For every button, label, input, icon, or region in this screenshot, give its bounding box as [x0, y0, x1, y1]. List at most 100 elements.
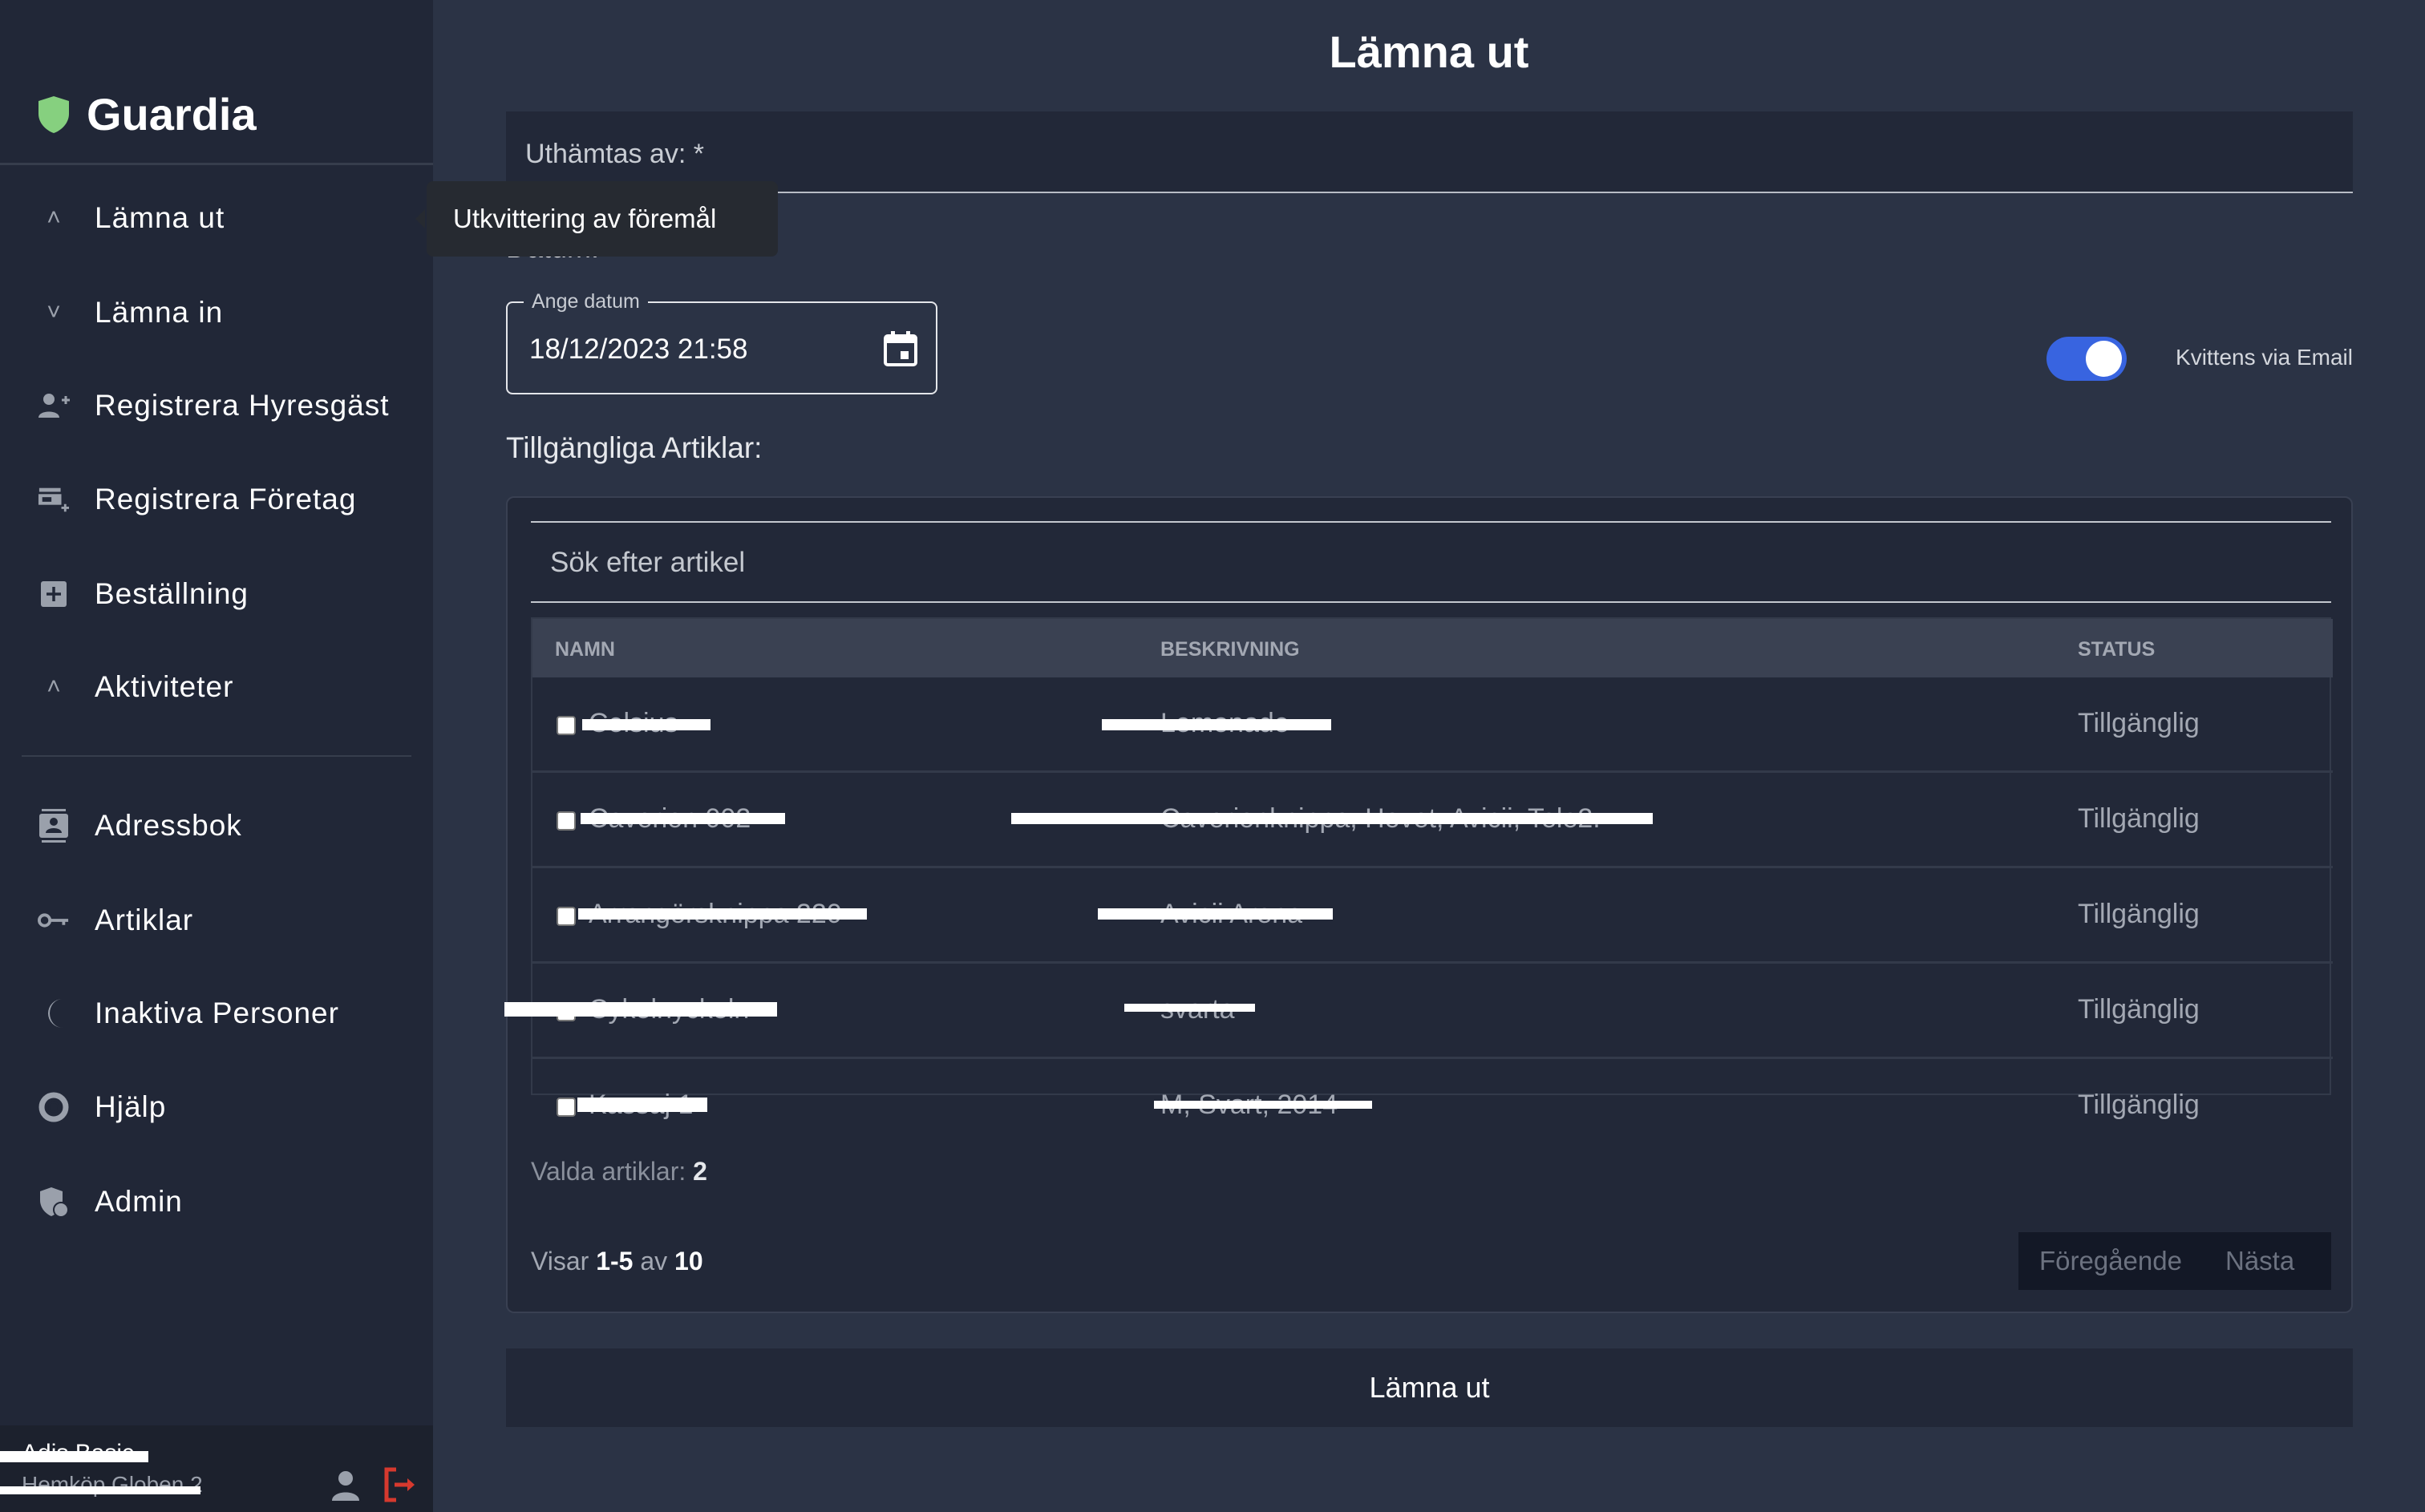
- sidebar-item-adressbok[interactable]: Adressbok: [0, 786, 433, 866]
- articles-heading: Tillgängliga Artiklar:: [506, 431, 763, 464]
- picked-up-by-input[interactable]: Uthämtas av: *: [506, 111, 2353, 193]
- table-row[interactable]: Kassaj 1 M, Svart, 2014 Tillgänglig: [532, 1059, 2333, 1154]
- chevron-up-icon: ˄: [47, 673, 61, 700]
- redaction-bar: [578, 908, 867, 920]
- calendar-icon[interactable]: [883, 330, 918, 371]
- search-placeholder: Sök efter artikel: [550, 547, 746, 578]
- email-receipt-toggle[interactable]: [2046, 337, 2127, 381]
- sidebar-item-lamna-ut[interactable]: ˄ Lämna ut: [0, 178, 433, 258]
- showing-range: 1-5: [596, 1247, 634, 1275]
- sidebar-item-hjalp[interactable]: Hjälp: [0, 1067, 433, 1147]
- pagination-info: Visar 1-5 av 10: [531, 1247, 703, 1276]
- article-status: Tillgänglig: [2078, 994, 2200, 1025]
- sidebar-item-bestallning[interactable]: Beställning: [0, 554, 433, 634]
- row-checkbox[interactable]: [557, 1098, 576, 1117]
- showing-of: av: [640, 1247, 668, 1275]
- submit-label: Lämna ut: [1369, 1371, 1490, 1404]
- redaction-bar: [581, 813, 785, 824]
- sidebar-item-label: Beställning: [95, 577, 249, 610]
- redaction-bar: [1102, 719, 1331, 730]
- shield-logo-icon: [38, 95, 69, 133]
- admin-shield-icon: [38, 1186, 70, 1218]
- sidebar-item-label: Lämna in: [95, 296, 224, 329]
- redaction-bar: [1154, 1101, 1372, 1109]
- article-status: Tillgänglig: [2078, 1090, 2200, 1120]
- table-row[interactable]: Cykelnyckeln svarta Tillgänglig: [504, 964, 2333, 1059]
- sidebar-item-label: Hjälp: [95, 1090, 167, 1123]
- person-add-icon: [38, 390, 70, 422]
- page-title: Lämna ut: [1329, 26, 1529, 77]
- row-checkbox[interactable]: [557, 907, 576, 926]
- date-label: Ange datum: [524, 290, 648, 313]
- selected-value: 2: [693, 1157, 707, 1186]
- sidebar-item-aktiviteter[interactable]: ˄ Aktiviteter: [0, 647, 433, 727]
- sidebar-item-label: Inaktiva Personer: [95, 997, 339, 1029]
- sidebar-item-label: Registrera Hyresgäst: [95, 389, 390, 422]
- sidebar-item-label: Artiklar: [95, 904, 194, 936]
- article-status: Tillgänglig: [2078, 899, 2200, 929]
- user-footer: Adis Basic Hemköp Globen 2: [0, 1425, 433, 1512]
- sidebar-item-artiklar[interactable]: Artiklar: [0, 880, 433, 960]
- logout-icon[interactable]: [383, 1467, 415, 1506]
- tooltip: Utkvittering av föremål: [415, 181, 778, 257]
- column-header-name[interactable]: NAMN: [555, 638, 615, 661]
- article-status: Tillgänglig: [2078, 803, 2200, 834]
- key-icon: [38, 904, 70, 936]
- toggle-knob: [2086, 341, 2122, 377]
- articles-table: NAMN BESKRIVNING STATUS Celsius Lemonade…: [504, 617, 2333, 1120]
- table-row[interactable]: Arrangörsknippa 220 Avicii Arena Tillgän…: [532, 868, 2333, 964]
- articles-card: Sök efter artikel NAMN BESKRIVNING STATU…: [504, 496, 2353, 1313]
- sidebar-item-label: Aktiviteter: [95, 670, 234, 703]
- sidebar-item-registrera-hyresgast[interactable]: Registrera Hyresgäst: [0, 366, 433, 446]
- sidebar-item-label: Registrera Företag: [95, 483, 357, 515]
- sidebar-item-registrera-foretag[interactable]: Registrera Företag: [0, 459, 433, 540]
- sidebar-item-label: Adressbok: [95, 809, 242, 842]
- pagination-controls: Föregående Nästa: [2018, 1232, 2331, 1290]
- chevron-down-icon: ˅: [47, 299, 61, 325]
- app-name: Guardia: [87, 89, 257, 139]
- table-header: NAMN BESKRIVNING STATUS: [532, 619, 2333, 677]
- sidebar-item-inaktiva-personer[interactable]: Inaktiva Personer: [0, 973, 433, 1053]
- sidebar-divider: [0, 163, 433, 165]
- date-input[interactable]: Ange datum 18/12/2023 21:58: [506, 290, 937, 394]
- redaction-bar: [577, 1098, 707, 1112]
- previous-button[interactable]: Föregående: [2039, 1246, 2182, 1276]
- redaction-bar: [0, 1451, 148, 1462]
- redaction-bar: [1124, 1004, 1255, 1012]
- article-search-input[interactable]: Sök efter artikel: [531, 521, 2331, 603]
- showing-prefix: Visar: [531, 1247, 589, 1275]
- date-value: 18/12/2023 21:58: [529, 334, 748, 365]
- redaction-bar: [504, 1002, 777, 1017]
- row-checkbox[interactable]: [557, 811, 576, 831]
- submit-button[interactable]: Lämna ut: [506, 1348, 2353, 1427]
- email-receipt-label: Kvittens via Email: [2176, 345, 2353, 370]
- contact-book-icon: [38, 809, 70, 843]
- plus-box-icon: [38, 578, 70, 610]
- sidebar-item-label: Admin: [95, 1185, 183, 1218]
- selected-label: Valda artiklar:: [531, 1157, 686, 1186]
- profile-icon[interactable]: [331, 1470, 360, 1505]
- picked-up-by-label: Uthämtas av: *: [525, 139, 704, 169]
- showing-total: 10: [674, 1247, 703, 1275]
- redaction-bar: [0, 1486, 200, 1494]
- table-row[interactable]: Caverion 002 Caverionknippa, Hovet, Avic…: [532, 773, 2333, 868]
- article-status: Tillgänglig: [2078, 708, 2200, 738]
- sidebar-item-label: Lämna ut: [95, 201, 225, 234]
- store-add-icon: [38, 483, 70, 515]
- next-button[interactable]: Nästa: [2225, 1246, 2294, 1276]
- table-row[interactable]: Celsius Lemonade Tillgänglig: [532, 677, 2333, 773]
- tooltip-text: Utkvittering av föremål: [453, 204, 717, 233]
- redaction-bar: [582, 719, 710, 730]
- redaction-bar: [1011, 813, 1653, 824]
- column-header-status[interactable]: STATUS: [2078, 638, 2155, 661]
- sidebar-item-admin[interactable]: Admin: [0, 1162, 433, 1242]
- redaction-bar: [1098, 908, 1333, 920]
- sidebar: Guardia ˄ Lämna ut ˅ Lämna in Registrera H…: [0, 0, 433, 1512]
- row-checkbox[interactable]: [557, 716, 576, 735]
- logo[interactable]: Guardia: [37, 88, 257, 140]
- lifebuoy-icon: [38, 1091, 70, 1123]
- sidebar-item-lamna-in[interactable]: ˅ Lämna in: [0, 273, 433, 353]
- sidebar-divider: [22, 755, 411, 757]
- moon-icon: [38, 997, 70, 1029]
- column-header-description[interactable]: BESKRIVNING: [1160, 638, 1300, 661]
